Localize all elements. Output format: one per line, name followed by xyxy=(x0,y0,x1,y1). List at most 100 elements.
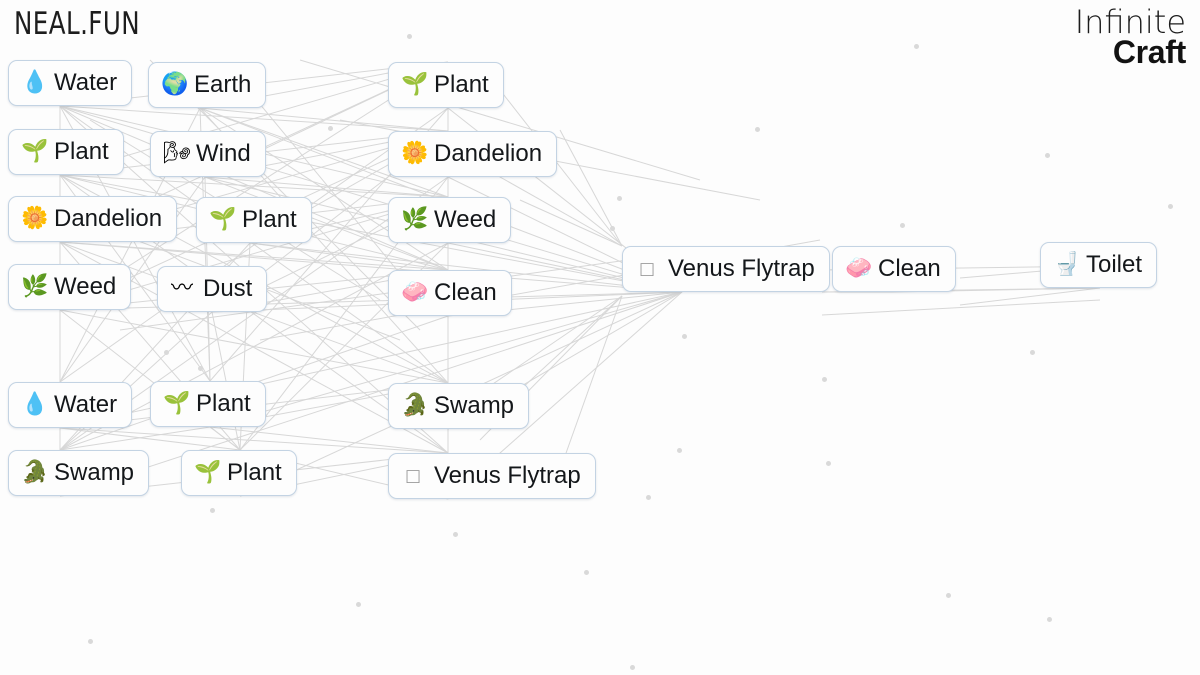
particle-dot xyxy=(682,334,687,339)
item-label: Water xyxy=(54,391,118,418)
item-card-wind-1[interactable]: 🌬 Wind xyxy=(150,131,266,177)
swamp-icon: 🐊 xyxy=(401,393,429,418)
earth-icon: 🌍 xyxy=(161,72,189,97)
infinite-craft-canvas[interactable]: NEAL.FUN Infinite Craft 💧 Water 🌍 Earth 🌱 Pla… xyxy=(0,0,1200,675)
plant-icon: 🌱 xyxy=(21,139,49,164)
item-card-plant-5[interactable]: 🌱 Plant xyxy=(181,450,297,496)
particle-dot xyxy=(630,665,635,670)
particle-dot xyxy=(198,366,203,371)
item-label: Plant xyxy=(54,138,109,165)
particle-dot xyxy=(822,377,827,382)
dust-icon: 〰 xyxy=(170,276,193,301)
item-label: Venus Flytrap xyxy=(434,462,581,489)
item-card-water-2[interactable]: 💧 Water xyxy=(8,382,133,428)
item-card-clean-2[interactable]: 🧼 Clean xyxy=(832,246,956,292)
craft-link xyxy=(519,295,623,391)
particle-dot xyxy=(356,602,361,607)
item-label: Weed xyxy=(54,273,117,300)
craft-link xyxy=(59,309,449,384)
craft-link xyxy=(59,426,211,451)
craft-link xyxy=(59,241,683,293)
plant-icon: 🌱 xyxy=(401,72,429,97)
item-card-dandelion-2[interactable]: 🌼 Dandelion xyxy=(388,131,558,177)
craft-link xyxy=(821,299,1101,316)
item-label: Plant xyxy=(196,390,251,417)
item-label: Dandelion xyxy=(54,205,163,232)
plant-icon: 🌱 xyxy=(194,460,222,485)
item-card-weed-2[interactable]: 🌿 Weed xyxy=(388,197,512,243)
item-label: Plant xyxy=(434,71,489,98)
item-label: Venus Flytrap xyxy=(668,255,815,282)
particle-dot xyxy=(584,570,589,575)
item-label: Dandelion xyxy=(434,140,543,167)
item-label: Clean xyxy=(434,279,497,306)
venus-flytrap-icon: □ xyxy=(404,465,422,486)
craft-link xyxy=(209,426,241,451)
particle-dot xyxy=(946,593,951,598)
particle-dot xyxy=(328,126,333,131)
item-label: Toilet xyxy=(1086,251,1143,278)
craft-link xyxy=(59,174,449,198)
particle-dot xyxy=(1030,350,1035,355)
item-card-plant-1[interactable]: 🌱 Plant xyxy=(8,129,124,175)
item-label: Swamp xyxy=(434,392,515,419)
craft-link xyxy=(59,427,241,451)
wind-icon: 🌬 xyxy=(163,141,191,166)
particle-dot xyxy=(1168,204,1173,209)
particle-dot xyxy=(677,448,682,453)
particle-dot xyxy=(88,639,93,644)
item-label: Clean xyxy=(878,255,941,282)
item-card-dust-1[interactable]: 〰 Dust xyxy=(157,266,268,312)
venus-flytrap-icon: □ xyxy=(638,258,656,279)
particle-dot xyxy=(610,226,615,231)
water-icon: 💧 xyxy=(21,70,49,95)
particle-dot xyxy=(164,350,169,355)
plant-icon: 🌱 xyxy=(209,207,237,232)
craft-link xyxy=(59,291,683,311)
item-card-toilet-1[interactable]: 🚽 Toilet xyxy=(1040,242,1158,288)
item-card-swamp-1[interactable]: 🐊 Swamp xyxy=(8,450,150,496)
particle-dot xyxy=(1047,617,1052,622)
item-card-dandelion-1[interactable]: 🌼 Dandelion xyxy=(8,196,178,242)
item-card-swamp-2[interactable]: 🐊 Swamp xyxy=(388,383,530,429)
item-card-venus-flytrap-1[interactable]: □ Venus Flytrap xyxy=(388,453,596,499)
item-card-water-1[interactable]: 💧 Water xyxy=(8,60,133,106)
item-card-clean-1[interactable]: 🧼 Clean xyxy=(388,270,512,316)
particle-dot xyxy=(407,34,412,39)
craft-link xyxy=(204,176,449,198)
item-label: Water xyxy=(54,69,118,96)
particle-dot xyxy=(453,532,458,537)
swamp-icon: 🐊 xyxy=(21,460,49,485)
item-label: Weed xyxy=(434,206,497,233)
item-label: Plant xyxy=(242,206,297,233)
craft-link xyxy=(59,105,449,132)
item-card-plant-3[interactable]: 🌱 Plant xyxy=(388,62,504,108)
weed-icon: 🌿 xyxy=(21,274,49,299)
item-card-earth-1[interactable]: 🌍 Earth xyxy=(148,62,267,108)
item-label: Earth xyxy=(194,71,252,98)
clean-icon: 🧼 xyxy=(845,256,873,281)
particle-dot xyxy=(210,508,215,513)
dandelion-icon: 🌼 xyxy=(21,206,49,231)
craft-link xyxy=(519,199,623,247)
infinite-craft-logo: Infinite Craft xyxy=(1075,6,1187,68)
item-label: Plant xyxy=(227,459,282,486)
particle-dot xyxy=(900,223,905,228)
item-label: Wind xyxy=(196,140,251,167)
clean-icon: 🧼 xyxy=(401,280,429,305)
neal-fun-logo[interactable]: NEAL.FUN xyxy=(14,6,140,42)
craft-link xyxy=(249,242,449,271)
weed-icon: 🌿 xyxy=(401,207,429,232)
craft-link xyxy=(59,309,241,451)
item-card-weed-1[interactable]: 🌿 Weed xyxy=(8,264,132,310)
dandelion-icon: 🌼 xyxy=(401,141,429,166)
item-card-plant-4[interactable]: 🌱 Plant xyxy=(150,381,266,427)
item-card-plant-2[interactable]: 🌱 Plant xyxy=(196,197,312,243)
particle-dot xyxy=(826,461,831,466)
particle-dot xyxy=(755,127,760,132)
toilet-icon: 🚽 xyxy=(1053,252,1081,277)
water-icon: 💧 xyxy=(21,392,49,417)
item-card-venus-flytrap-2[interactable]: □ Venus Flytrap xyxy=(622,246,830,292)
particle-dot xyxy=(617,196,622,201)
item-label: Dust xyxy=(203,275,253,302)
